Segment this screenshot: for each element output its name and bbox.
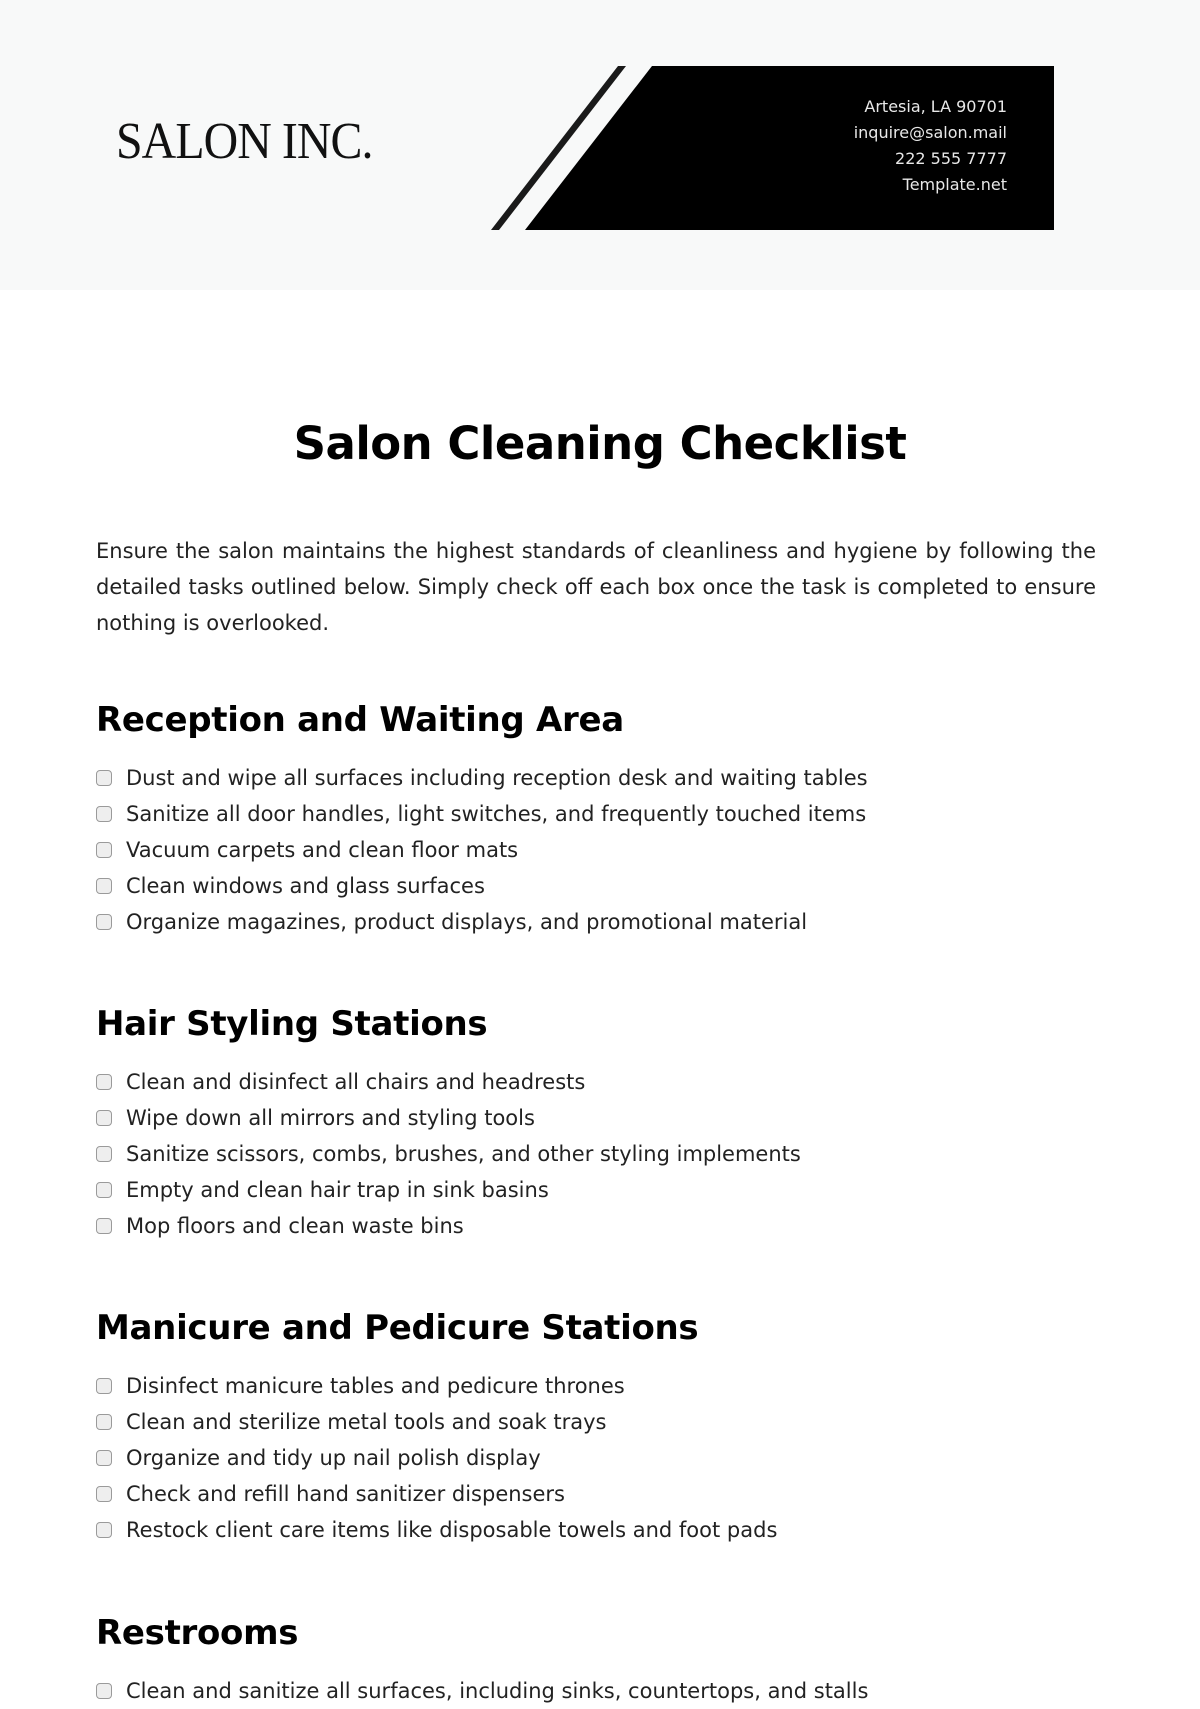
checkbox[interactable] — [96, 1486, 112, 1502]
checklist-item-label: Clean and sanitize all surfaces, includi… — [126, 1679, 869, 1703]
checklist: Clean and sanitize all surfaces, includi… — [96, 1673, 1096, 1709]
checklist-item[interactable]: Wipe down all mirrors and styling tools — [96, 1100, 1096, 1136]
checkbox[interactable] — [96, 1522, 112, 1538]
checkbox[interactable] — [96, 1074, 112, 1090]
checkbox[interactable] — [96, 1683, 112, 1699]
checkbox[interactable] — [96, 1450, 112, 1466]
letterhead: SALON INC. Artesia, LA 90701 inquire@sal… — [0, 0, 1200, 290]
checklist-item-label: Clean and disinfect all chairs and headr… — [126, 1070, 586, 1094]
checklist-item-label: Mop floors and clean waste bins — [126, 1214, 464, 1238]
checkbox[interactable] — [96, 1110, 112, 1126]
checkbox[interactable] — [96, 878, 112, 894]
checkbox[interactable] — [96, 1378, 112, 1394]
checklist-item-label: Empty and clean hair trap in sink basins — [126, 1178, 549, 1202]
checklist-item[interactable]: Vacuum carpets and clean floor mats — [96, 832, 1096, 868]
section-heading: Restrooms — [96, 1613, 299, 1653]
checklist-item[interactable]: Dust and wipe all surfaces including rec… — [96, 760, 1096, 796]
checklist-item-label: Restock client care items like disposabl… — [126, 1518, 778, 1542]
checklist-item[interactable]: Clean and sterilize metal tools and soak… — [96, 1404, 1096, 1440]
checklist-item[interactable]: Organize and tidy up nail polish display — [96, 1440, 1096, 1476]
checklist-item[interactable]: Clean windows and glass surfaces — [96, 868, 1096, 904]
checklist-item[interactable]: Check and refill hand sanitizer dispense… — [96, 1476, 1096, 1512]
checklist-item-label: Organize magazines, product displays, an… — [126, 910, 808, 934]
section-heading: Hair Styling Stations — [96, 1004, 488, 1044]
checkbox[interactable] — [96, 806, 112, 822]
checklist-item-label: Clean windows and glass surfaces — [126, 874, 485, 898]
contact-info: Artesia, LA 90701 inquire@salon.mail 222… — [854, 94, 1007, 198]
contact-address: Artesia, LA 90701 — [864, 97, 1007, 116]
checklist-item[interactable]: Sanitize all door handles, light switche… — [96, 796, 1096, 832]
contact-banner — [491, 66, 1054, 230]
intro-paragraph: Ensure the salon maintains the highest s… — [96, 539, 1096, 635]
checklist-section: Manicure and Pedicure Stations Disinfect … — [96, 1308, 1096, 1548]
checklist-item[interactable]: Empty and clean hair trap in sink basins — [96, 1172, 1096, 1208]
page-title: Salon Cleaning Checklist — [293, 417, 907, 470]
checklist-item-label: Dust and wipe all surfaces including rec… — [126, 766, 868, 790]
checkbox[interactable] — [96, 1414, 112, 1430]
section-heading: Manicure and Pedicure Stations — [96, 1308, 699, 1348]
checklist: Clean and disinfect all chairs and headr… — [96, 1064, 1096, 1244]
contact-phone: 222 555 7777 — [895, 149, 1007, 168]
contact-email: inquire@salon.mail — [853, 123, 1007, 142]
checklist-item-label: Organize and tidy up nail polish display — [126, 1446, 541, 1470]
checklist-item[interactable]: Organize magazines, product displays, an… — [96, 904, 1096, 940]
checklist: Disinfect manicure tables and pedicure t… — [96, 1368, 1096, 1548]
checkbox[interactable] — [96, 842, 112, 858]
checklist: Dust and wipe all surfaces including rec… — [96, 760, 1096, 940]
checklist-item-label: Check and refill hand sanitizer dispense… — [126, 1482, 565, 1506]
checkbox[interactable] — [96, 1182, 112, 1198]
checklist-item[interactable]: Mop floors and clean waste bins — [96, 1208, 1096, 1244]
checklist-section: Restrooms Clean and sanitize all surfaces… — [96, 1613, 1096, 1709]
checklist-item-label: Sanitize all door handles, light switche… — [126, 802, 867, 826]
section-heading: Reception and Waiting Area — [96, 700, 624, 740]
checklist-item[interactable]: Clean and disinfect all chairs and headr… — [96, 1064, 1096, 1100]
checklist-section: Hair Styling Stations Clean and disinfect… — [96, 1004, 1096, 1244]
checklist-section: Reception and Waiting Area Dust and wipe … — [96, 700, 1096, 940]
checkbox[interactable] — [96, 914, 112, 930]
checkbox[interactable] — [96, 770, 112, 786]
checklist-item[interactable]: Disinfect manicure tables and pedicure t… — [96, 1368, 1096, 1404]
checklist-item-label: Clean and sterilize metal tools and soak… — [126, 1410, 607, 1434]
checkbox[interactable] — [96, 1218, 112, 1234]
checklist-item-label: Vacuum carpets and clean floor mats — [126, 838, 519, 862]
checklist-item[interactable]: Sanitize scissors, combs, brushes, and o… — [96, 1136, 1096, 1172]
checkbox[interactable] — [96, 1146, 112, 1162]
checklist-item-label: Sanitize scissors, combs, brushes, and o… — [126, 1142, 801, 1166]
checklist-item[interactable]: Clean and sanitize all surfaces, includi… — [96, 1673, 1096, 1709]
contact-website: Template.net — [902, 175, 1007, 194]
checklist-item[interactable]: Restock client care items like disposabl… — [96, 1512, 1096, 1548]
checklist-item-label: Wipe down all mirrors and styling tools — [126, 1106, 535, 1130]
checklist-item-label: Disinfect manicure tables and pedicure t… — [126, 1374, 625, 1398]
